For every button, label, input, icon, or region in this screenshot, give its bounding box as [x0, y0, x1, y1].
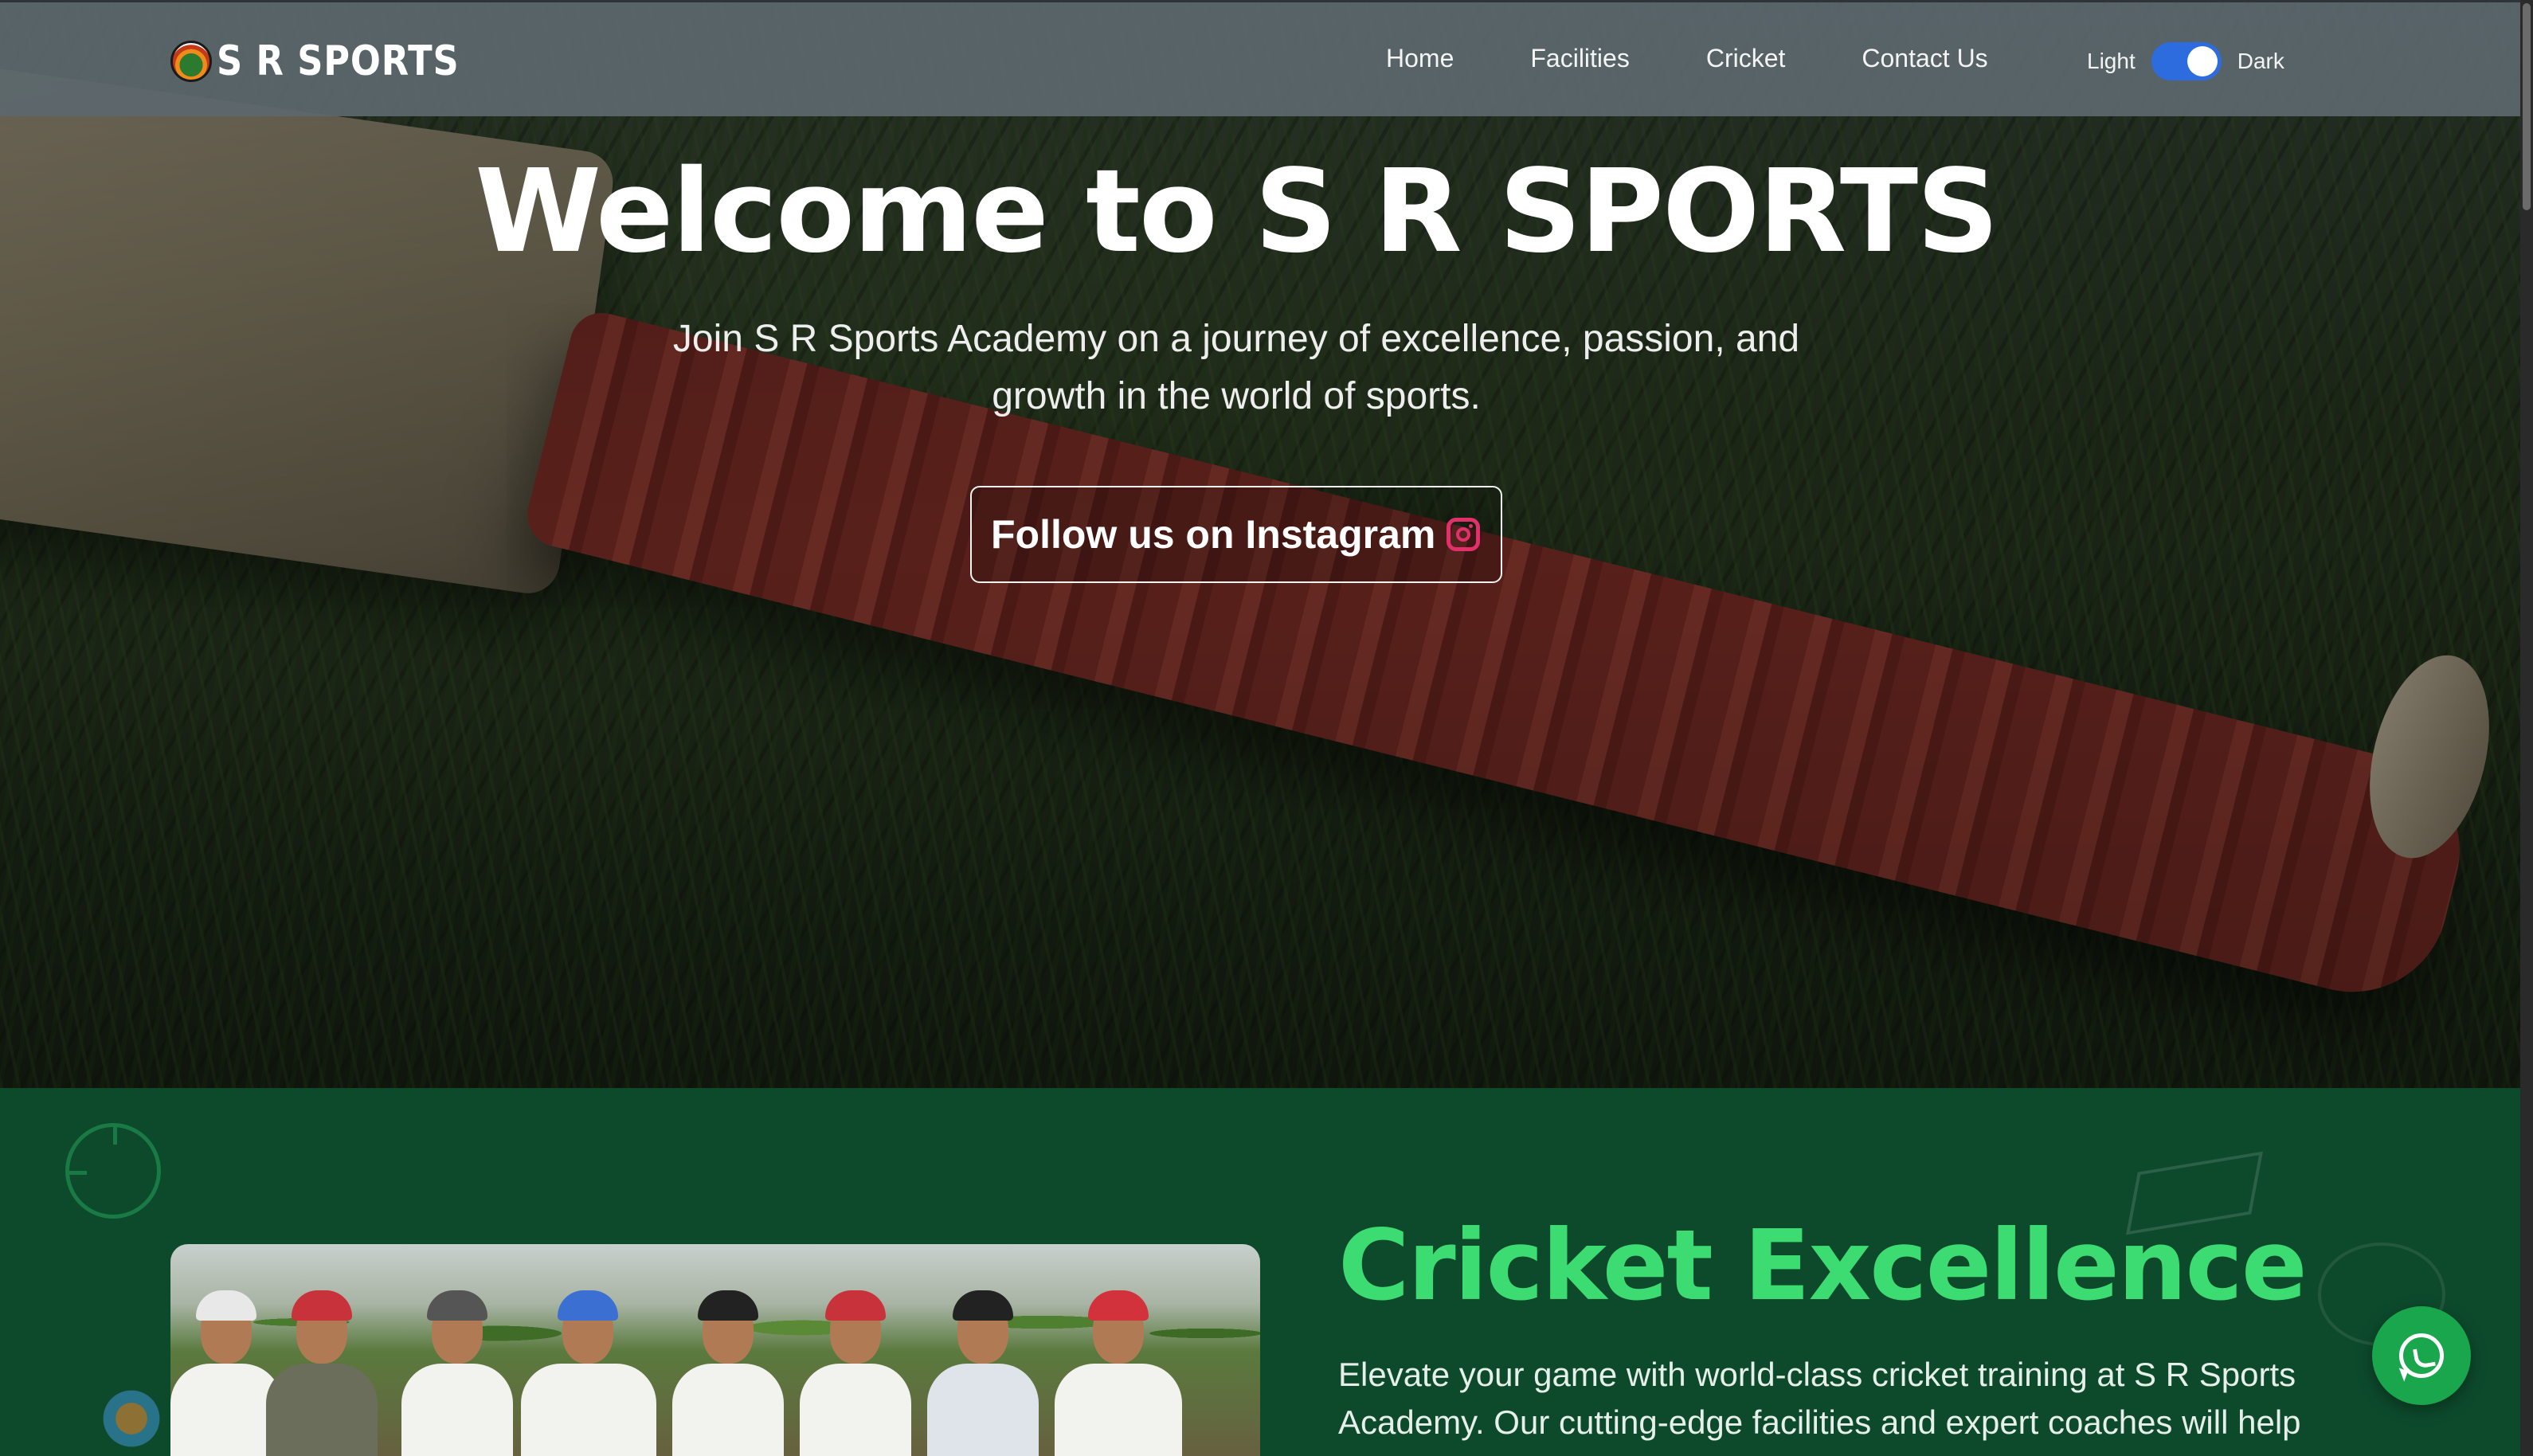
paint-splash-decoration — [88, 1375, 175, 1456]
follow-instagram-label: Follow us on Instagram — [991, 512, 1436, 557]
whatsapp-chat-button[interactable] — [2372, 1306, 2471, 1405]
page-scrollbar-thumb[interactable] — [2523, 3, 2531, 210]
follow-instagram-button[interactable]: Follow us on Instagram — [970, 486, 1502, 583]
nav-menu: Home Facilities Cricket Contact Us — [1386, 44, 1988, 73]
hero-content: Welcome to S R SPORTS Join S R Sports Ac… — [0, 143, 2520, 583]
theme-switch[interactable] — [2151, 42, 2222, 80]
cricket-section-title: Cricket Excellence — [1338, 1209, 2308, 1322]
crosshair-icon — [65, 1123, 161, 1219]
team-player — [266, 1276, 378, 1456]
nav-link-contact-us[interactable]: Contact Us — [1862, 44, 1987, 73]
page: S R SPORTS Home Facilities Cricket Conta… — [0, 0, 2533, 1456]
logo-text: S R SPORTS — [217, 37, 460, 85]
hero-title: Welcome to S R SPORTS — [475, 144, 1999, 278]
theme-switch-knob — [2187, 46, 2218, 76]
team-player — [170, 1276, 282, 1456]
team-player — [1055, 1276, 1182, 1456]
team-player — [672, 1276, 784, 1456]
logo-link[interactable]: S R SPORTS — [170, 36, 499, 87]
nav-link-cricket[interactable]: Cricket — [1706, 44, 1786, 73]
instagram-icon — [1447, 518, 1480, 551]
nav-link-home[interactable]: Home — [1386, 44, 1454, 73]
page-scrollbar[interactable] — [2520, 0, 2533, 1456]
theme-toggle: Light Dark — [2087, 42, 2284, 80]
team-player — [401, 1276, 513, 1456]
navbar: S R SPORTS Home Facilities Cricket Conta… — [0, 0, 2520, 116]
team-player — [800, 1276, 911, 1456]
theme-dark-label: Dark — [2237, 49, 2284, 73]
team-player — [927, 1276, 1039, 1456]
whatsapp-icon — [2399, 1333, 2444, 1378]
nav-link-facilities[interactable]: Facilities — [1530, 44, 1629, 73]
hero-subtitle: Join S R Sports Academy on a journey of … — [672, 318, 1800, 417]
theme-light-label: Light — [2087, 49, 2136, 73]
cricket-section: Cricket Excellence Elevate your game wit… — [0, 1088, 2520, 1456]
team-photo — [170, 1244, 1260, 1456]
academy-emblem-icon — [170, 41, 212, 82]
team-player — [521, 1276, 656, 1456]
cricket-section-description: Elevate your game with world-class crick… — [1338, 1356, 2301, 1441]
